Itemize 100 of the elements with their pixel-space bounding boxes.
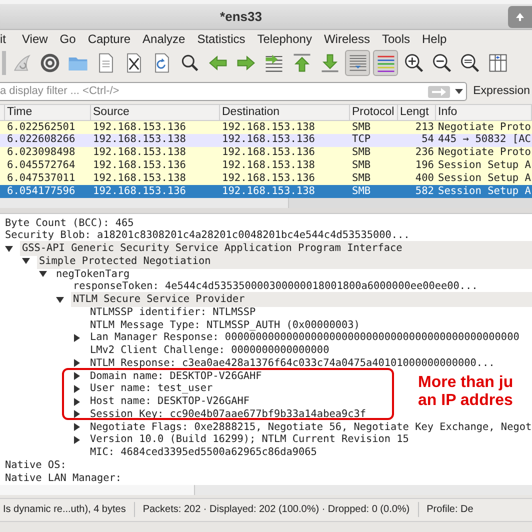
table-cell: 400 xyxy=(415,172,434,184)
tree-item[interactable]: negTokenTarg xyxy=(54,266,130,282)
table-cell: SMB xyxy=(352,172,371,184)
display-filter-field[interactable]: a display filter ... <Ctrl-/> xyxy=(0,83,428,100)
tree-item[interactable]: NTLM Secure Service Provider xyxy=(71,292,532,308)
table-cell: SMB xyxy=(352,159,371,172)
table-cell: SMB xyxy=(352,146,371,158)
collapsed-arrow-icon[interactable] xyxy=(73,436,81,444)
menu-item[interactable]: Help xyxy=(416,30,453,48)
tree-item[interactable]: Negotiate Flags: 0xe2888215, Negotiate 56, Negotiate Key Exchange, Negot xyxy=(88,420,532,435)
expression-button[interactable]: Expression xyxy=(473,82,530,100)
settings-icon xyxy=(38,52,60,74)
tree-item[interactable]: NTLM Message Type: NTLMSSP_AUTH (0x00000003) xyxy=(88,318,360,333)
collapsed-arrow-icon[interactable] xyxy=(73,384,81,393)
table-cell: Session Setup A xyxy=(438,172,531,184)
tree-item[interactable]: Byte Count (BCC): 465 xyxy=(3,216,134,231)
table-cell: 236 xyxy=(415,146,434,158)
table-cell: SMB xyxy=(352,120,371,133)
menu-item[interactable]: Capture xyxy=(82,30,137,48)
table-cell: 192.168.153.138 xyxy=(93,133,186,146)
table-cell: 192.168.153.136 xyxy=(222,172,315,184)
tree-item[interactable]: Security Blob: a18201c8308201c4a28201c0048201bc4e544c4d53535000... xyxy=(3,228,410,244)
table-cell: 213 xyxy=(415,120,434,133)
table-cell: 6.045572764 xyxy=(7,159,76,172)
display-filter-box[interactable]: a display filter ... <Ctrl-/> xyxy=(0,82,468,101)
expanded-arrow-icon[interactable] xyxy=(22,257,30,266)
tree-item[interactable]: LMv2 Client Challenge: 0000000000000000 xyxy=(88,343,330,358)
packet-row[interactable]: 6.023098498 192.168.153.138 192.168.153.136 SMB 236 Negotiate Proto xyxy=(0,146,532,160)
collapsed-arrow-icon[interactable] xyxy=(73,398,81,406)
packet-row[interactable]: 6.022562501 192.168.153.136 192.168.153.138 SMB 213 Negotiate Proto xyxy=(0,121,532,134)
column-header[interactable]: Info xyxy=(436,105,532,120)
table-cell: Negotiate Proto xyxy=(438,146,531,158)
zoom-in-icon xyxy=(402,52,424,74)
collapsed-arrow-icon[interactable] xyxy=(73,423,81,432)
packet-row[interactable]: 6.054177596 192.168.153.136 192.168.153.138 SMB 582 Session Setup A xyxy=(0,184,532,198)
status-text: Packets: 202 · Displayed: 202 (100.0%) · Dropped: 0 (0.0%) xyxy=(140,502,419,518)
tree-item[interactable]: Native LAN Manager: xyxy=(3,470,122,486)
expanded-arrow-icon[interactable] xyxy=(56,296,64,304)
table-cell: 192.168.153.138 xyxy=(93,146,186,158)
tree-item[interactable]: MIC: 4684ced3395ed5500a62965c86da9065 xyxy=(88,445,317,460)
table-cell: Session Setup A xyxy=(438,159,531,172)
column-header[interactable]: Protocol xyxy=(350,105,398,120)
tree-item[interactable]: Version 10.0 (Build 16299); NTLM Current Revision 15 xyxy=(88,432,409,448)
table-cell: TCP xyxy=(352,133,371,146)
table-cell: 582 xyxy=(415,184,434,197)
table-cell: 192.168.153.138 xyxy=(93,172,186,184)
tree-item[interactable]: NTLM Response: c3ea0ae428a1376f64c033c74a0475a40101000000000000... xyxy=(88,356,495,372)
table-cell: 192.168.153.136 xyxy=(93,184,186,197)
tree-item[interactable]: Host name: DESKTOP-V26GAHF xyxy=(88,394,250,410)
table-cell: 192.168.153.138 xyxy=(222,184,315,197)
table-cell: 192.168.153.138 xyxy=(222,120,315,133)
table-cell: 54 xyxy=(422,133,434,146)
menu-item[interactable]: Tools xyxy=(376,30,416,48)
column-header[interactable]: Lengt xyxy=(398,105,436,120)
menu-item[interactable]: Go xyxy=(54,30,82,48)
table-cell: 6.023098498 xyxy=(7,146,76,158)
expanded-arrow-icon[interactable] xyxy=(5,244,13,253)
tree-item[interactable]: Lan Manager Response: 000000000000000000000000000000000000000000000000 xyxy=(88,330,520,346)
table-cell: 196 xyxy=(415,159,434,172)
menu-item[interactable]: Analyze xyxy=(136,30,192,48)
scrollbar-thumb[interactable] xyxy=(0,484,195,495)
dropdown-caret-icon[interactable] xyxy=(455,89,464,94)
collapsed-arrow-icon[interactable] xyxy=(73,334,81,342)
table-cell: 6.054177596 xyxy=(7,184,76,197)
tree-item[interactable]: Simple Protected Negotiation xyxy=(37,254,532,270)
tree-item[interactable]: Native OS: xyxy=(3,458,66,474)
menu-item[interactable]: Statistics xyxy=(191,30,252,48)
table-cell: 192.168.153.136 xyxy=(93,120,186,133)
packet-row[interactable]: 6.045572764 192.168.153.136 192.168.153.138 SMB 196 Session Setup A xyxy=(0,159,532,172)
table-cell: Session Setup A xyxy=(438,184,531,197)
zoom-out-icon xyxy=(430,52,452,74)
table-cell: Negotiate Proto xyxy=(438,120,531,133)
window-title: *ens33 xyxy=(220,8,262,26)
menu-item[interactable]: Telephony xyxy=(251,30,318,48)
status-text: Profile: De xyxy=(426,503,474,518)
column-header[interactable]: Destination xyxy=(220,105,350,120)
menu-item[interactable]: View xyxy=(16,30,54,48)
menu-item[interactable]: Wireless xyxy=(318,30,376,48)
table-cell: 192.168.153.136 xyxy=(222,146,315,158)
table-cell: 6.022562501 xyxy=(7,120,76,133)
toolbar-edge xyxy=(2,51,6,75)
expanded-arrow-icon[interactable] xyxy=(39,270,47,278)
tree-item[interactable]: Session Key: cc90e4b07aae677bf9b33a14abea9c3f xyxy=(88,406,366,422)
collapsed-arrow-icon[interactable] xyxy=(73,372,81,380)
table-cell: 192.168.153.138 xyxy=(222,159,315,172)
table-cell: 192.168.153.136 xyxy=(93,159,186,172)
status-text: Is dynamic re...uth), 4 bytes xyxy=(0,502,135,518)
scrollbar-thumb[interactable] xyxy=(288,198,532,208)
tree-item[interactable]: responseToken: 4e544c4d535350000300000018001800a6000000ee00ee00... xyxy=(71,279,478,295)
maximize-button[interactable] xyxy=(508,6,532,28)
column-header[interactable]: Time xyxy=(5,105,91,120)
tree-item[interactable]: NTLMSSP identifier: NTLMSSP xyxy=(88,304,256,320)
tree-item[interactable]: Domain name: DESKTOP-V26GAHF xyxy=(88,368,262,384)
menu-item[interactable]: it xyxy=(0,30,16,48)
tree-item[interactable]: User name: test_user xyxy=(88,381,213,397)
collapsed-arrow-icon[interactable] xyxy=(73,359,81,368)
packet-row[interactable]: 6.022608266 192.168.153.138 192.168.153.136 TCP 54 445 → 50832 [AC xyxy=(0,134,532,147)
collapsed-arrow-icon[interactable] xyxy=(73,410,81,418)
packet-row[interactable]: 6.047537011 192.168.153.138 192.168.153.136 SMB 400 Session Setup A xyxy=(0,172,532,185)
column-header[interactable]: Source xyxy=(91,105,220,120)
